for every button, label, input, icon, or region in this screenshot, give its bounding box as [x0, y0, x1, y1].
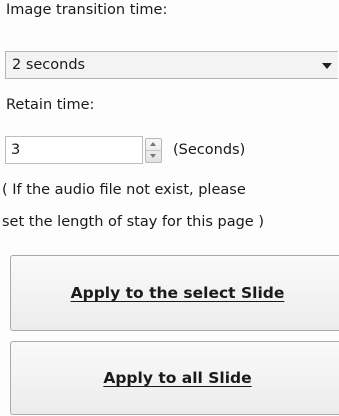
retain-time-label: Retain time:: [6, 97, 95, 113]
transition-time-selected-value: 2 seconds: [12, 57, 86, 73]
apply-to-selected-slide-label: Apply to the select Slide: [70, 284, 285, 302]
audio-note-line-1: ( If the audio file not exist, please: [2, 182, 246, 198]
apply-to-all-slides-button[interactable]: Apply to all Slide: [10, 341, 339, 415]
retain-time-stepper[interactable]: [145, 138, 162, 163]
apply-to-selected-slide-button[interactable]: Apply to the select Slide: [10, 255, 339, 331]
audio-note-line-2: set the length of stay for this page ): [2, 214, 264, 230]
stepper-down-arrow-icon[interactable]: [146, 151, 161, 162]
chevron-down-icon[interactable]: [322, 63, 332, 69]
transition-time-dropdown[interactable]: 2 seconds: [5, 51, 338, 79]
seconds-unit-label: (Seconds): [173, 142, 246, 158]
retain-time-input[interactable]: [5, 136, 143, 164]
apply-to-all-slides-label: Apply to all Slide: [103, 369, 252, 387]
transition-time-label: Image transition time:: [6, 2, 168, 18]
stepper-up-arrow-icon[interactable]: [146, 139, 161, 151]
